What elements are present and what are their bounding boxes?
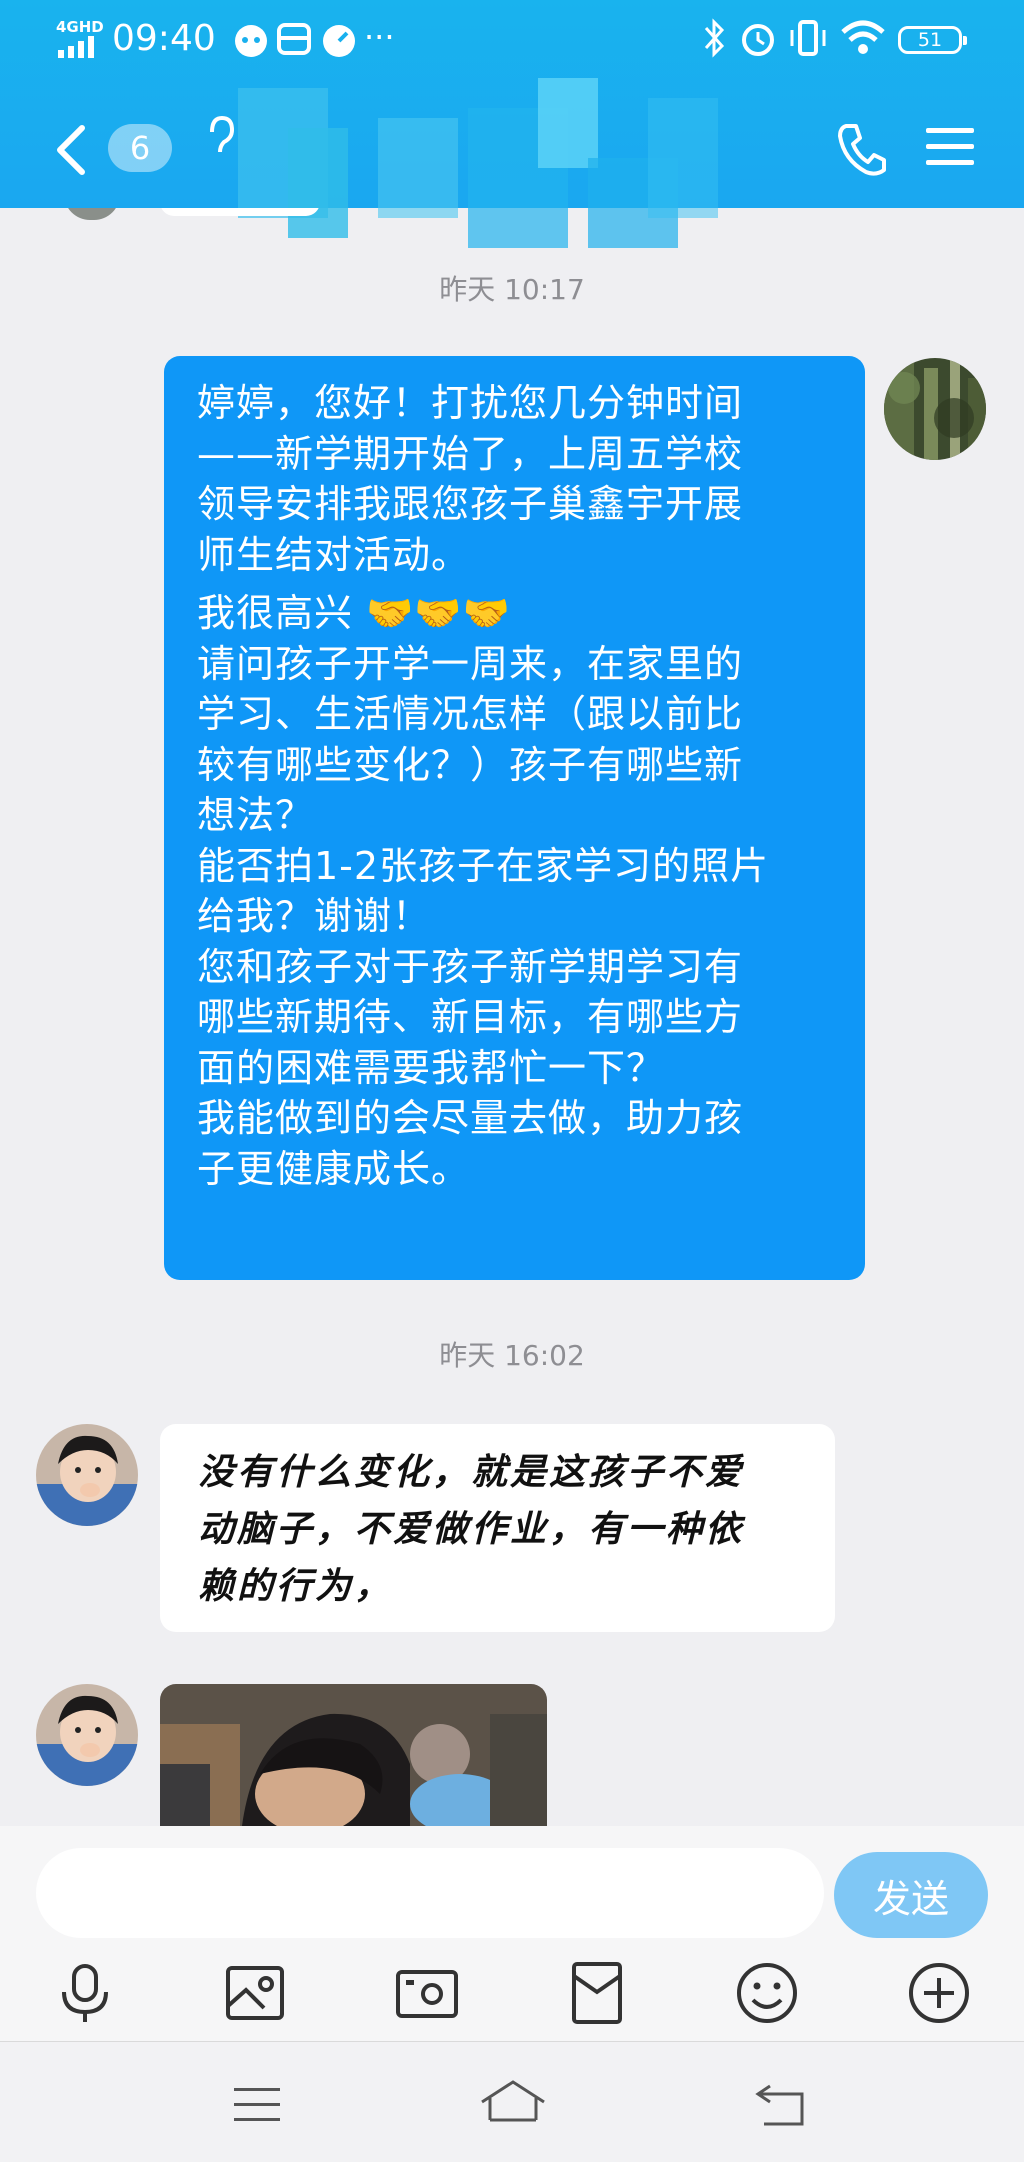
bluetooth-icon (704, 18, 725, 58)
outgoing-message-bubble[interactable]: 婷婷，您好！打扰您几分钟时间 ——新学期开始了，上周五学校 领导安排我跟您孩子巢… (164, 356, 865, 1280)
app-notification-icon (235, 25, 267, 57)
message-line: 我很高兴 🤝🤝🤝 (197, 591, 512, 635)
message-line: 哪些新期待、新目标，有哪些方 (197, 995, 744, 1039)
clock: 09:40 (112, 18, 216, 59)
message-line: 子更健康成长。 (197, 1146, 471, 1191)
contact-avatar[interactable] (36, 1684, 138, 1786)
bus-icon (277, 23, 311, 55)
message-line: 动脑子，不爱做作业，有一种依 (198, 1508, 745, 1550)
message-timestamp: 昨天 16:02 (439, 1339, 585, 1372)
message-line: 我能做到的会尽量去做，助力孩 (197, 1096, 744, 1140)
plus-icon[interactable] (904, 1958, 974, 2028)
back-chevron-icon[interactable] (52, 120, 92, 180)
contact-avatar[interactable] (36, 1424, 138, 1526)
menu-icon[interactable] (924, 122, 976, 170)
message-line: 想法？ (197, 793, 315, 837)
message-bubble[interactable] (160, 208, 320, 216)
message-line: 没有什么变化，就是这孩子不爱 (198, 1451, 745, 1493)
message-line: 学习、生活情况怎样（跟以前比 (197, 692, 744, 736)
avatar[interactable] (64, 208, 120, 220)
camera-icon[interactable] (392, 1958, 462, 2028)
red-packet-icon[interactable] (562, 1958, 632, 2028)
network-type: 4GHD (56, 18, 104, 36)
signal-icon (58, 36, 94, 58)
message-line: 您和孩子对于孩子新学期学习有 (197, 944, 744, 989)
message-input[interactable] (36, 1848, 824, 1938)
incoming-message-bubble[interactable]: 没有什么变化，就是这孩子不爱 动脑子，不爱做作业，有一种依 赖的行为， (160, 1424, 835, 1632)
message-line: 领导安排我跟您孩子巢鑫宇开展 (197, 482, 744, 526)
message-list[interactable]: 昨天 10:17 婷婷，您好！打扰您几分钟时间 ——新学期开始了，上周五学校 领… (0, 208, 1024, 1826)
image-icon[interactable] (220, 1958, 290, 2028)
message-timestamp: 昨天 10:17 (439, 273, 585, 306)
my-avatar[interactable] (884, 358, 986, 460)
message-line: 赖的行为， (198, 1565, 394, 1607)
speed-icon (323, 25, 355, 57)
message-composer: 发送 (0, 1826, 1024, 2041)
more-notifications: ··· (364, 18, 395, 56)
emoji-icon[interactable] (732, 1958, 802, 2028)
message-line: ——新学期开始了，上周五学校 (197, 431, 744, 476)
home-icon[interactable] (478, 2078, 548, 2128)
system-navigation-bar (0, 2041, 1024, 2162)
message-line: 给我？谢谢！ (197, 894, 432, 938)
back-icon[interactable] (754, 2084, 808, 2128)
message-line: 婷婷，您好！打扰您几分钟时间 (197, 381, 744, 425)
image-message[interactable] (160, 1684, 547, 1826)
chat-nav-bar: 6 (0, 78, 1024, 248)
send-button[interactable]: 发送 (834, 1852, 988, 1938)
recent-apps-icon[interactable] (232, 2084, 282, 2124)
alarm-icon (742, 24, 774, 56)
message-line: 较有哪些变化？）孩子有哪些新 (197, 742, 744, 787)
message-line: 请问孩子开学一周来，在家里的 (197, 641, 744, 686)
microphone-icon[interactable] (50, 1958, 120, 2028)
battery-indicator: 51 (898, 26, 967, 54)
chat-header: 4GHD 09:40 ··· 51 6 (0, 0, 1024, 248)
message-line: 师生结对活动。 (197, 532, 471, 577)
phone-call-icon[interactable] (836, 120, 886, 176)
message-line: 能否拍1-2张孩子在家学习的照片 (197, 843, 770, 888)
message-line: 面的困难需要我帮忙一下？ (197, 1045, 666, 1090)
wifi-icon (841, 20, 885, 54)
unread-count-badge[interactable]: 6 (108, 124, 172, 172)
vibrate-icon (790, 20, 826, 56)
